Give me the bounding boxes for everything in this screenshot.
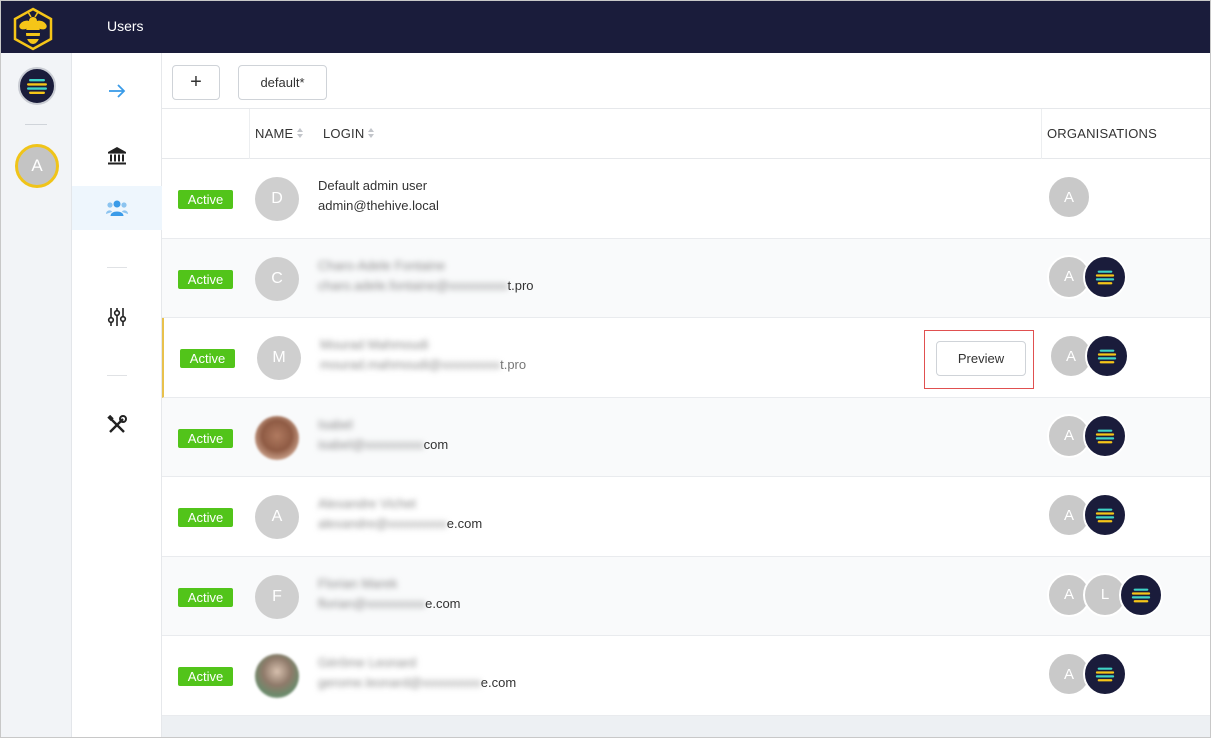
users-toolbar: + default*: [162, 53, 1210, 109]
login-redacted: gerome.leonard@xxxxxxxxx: [318, 675, 481, 690]
users-icon: [106, 200, 128, 216]
collapse-menu-button[interactable]: [72, 69, 162, 113]
table-row[interactable]: Active F Florian Marek florian@xxxxxxxxx…: [162, 556, 1210, 636]
user-login: mourad.mahmoudi@xxxxxxxxxt.pro: [320, 357, 526, 372]
avatar: [255, 415, 299, 460]
login-redacted: alexandre@xxxxxxxxx: [318, 516, 447, 531]
table-row[interactable]: Active A Alexandre Vichet alexandre@xxxx…: [162, 477, 1210, 557]
login-suffix: t.pro: [500, 357, 527, 372]
bank-icon: [108, 147, 126, 165]
column-header-login[interactable]: LOGIN: [323, 126, 375, 141]
org-switcher-avatar[interactable]: [18, 67, 56, 105]
login-suffix: e.com: [480, 675, 517, 690]
login-redacted: mourad.mahmoudi@xxxxxxxxx: [320, 357, 501, 372]
top-bar: Users: [1, 1, 1210, 53]
column-header-name[interactable]: NAME: [255, 126, 304, 141]
login-redacted: charo.adele.fontaine@xxxxxxxxx: [318, 277, 508, 293]
hive-org-icon: [1083, 254, 1127, 299]
add-user-button[interactable]: +: [172, 65, 220, 100]
menu-item-maintenance[interactable]: [72, 403, 162, 447]
column-divider: [249, 109, 250, 159]
admin-menu: [72, 53, 162, 737]
column-name-label: NAME: [255, 126, 294, 141]
menu-item-platform-settings[interactable]: [72, 295, 162, 339]
hive-org-icon: [1083, 652, 1127, 696]
status-badge: Active: [178, 190, 233, 209]
hive-org-icon: [27, 79, 47, 94]
avatar: A: [255, 495, 299, 539]
user-login: alexandre@xxxxxxxxxe.com: [318, 516, 482, 531]
user-login: admin@thehive.local: [318, 198, 439, 213]
hive-org-icon: [1119, 572, 1163, 617]
column-header-organisations: ORGANISATIONS: [1047, 126, 1157, 141]
avatar: C: [255, 256, 299, 301]
table-row[interactable]: Active C Charo-Adele Fontaine charo.adel…: [162, 238, 1210, 318]
user-name: Alexandre Vichet: [318, 496, 417, 511]
org-rail: A: [1, 53, 72, 737]
sort-icon[interactable]: [297, 127, 304, 138]
table-row[interactable]: Active M Mourad Mahmoudi mourad.mahmoudi…: [162, 318, 1210, 398]
user-login: gerome.leonard@xxxxxxxxxe.com: [318, 675, 516, 690]
hive-org-icon: [1083, 493, 1127, 537]
table-row[interactable]: Active Isabel isabel@xxxxxxxxxcom A: [162, 397, 1210, 477]
menu-divider: [107, 375, 127, 376]
avatar: F: [255, 574, 299, 619]
hive-org-icon: [1083, 413, 1127, 458]
login-suffix: t.pro: [507, 277, 534, 293]
avatar: D: [255, 177, 299, 221]
filter-preset-button[interactable]: default*: [238, 65, 327, 100]
login-redacted: isabel@xxxxxxxxx: [318, 436, 424, 452]
status-badge: Active: [178, 587, 233, 607]
users-table-body: Active D Default admin user admin@thehiv…: [162, 159, 1210, 716]
user-name: Charo-Adele Fontaine: [318, 257, 446, 273]
avatar: M: [257, 336, 301, 380]
sliders-icon: [107, 308, 127, 326]
status-badge: Active: [178, 269, 233, 289]
org-avatar: A: [1047, 175, 1091, 219]
column-divider: [1041, 109, 1042, 159]
table-header: NAME LOGIN ORGANISATIONS: [162, 109, 1210, 159]
column-login-label: LOGIN: [323, 126, 365, 141]
status-badge: Active: [178, 508, 233, 527]
login-suffix: e.com: [425, 595, 461, 611]
menu-divider: [107, 267, 127, 268]
page-title: Users: [107, 18, 144, 34]
hive-org-icon: [1085, 334, 1129, 378]
user-name: Gérôme Leonard: [318, 655, 417, 670]
user-login: florian@xxxxxxxxxe.com: [318, 596, 461, 611]
login-suffix: com: [423, 436, 449, 452]
table-footer: [162, 716, 1210, 737]
app-window: Users A + default* NAME LOGIN ORGANISATI…: [0, 0, 1211, 738]
rail-divider: [25, 124, 47, 125]
table-row[interactable]: Active D Default admin user admin@thehiv…: [162, 159, 1210, 239]
user-name: Default admin user: [318, 178, 428, 193]
user-name: Isabel: [318, 416, 353, 432]
user-name: Florian Marek: [318, 575, 398, 591]
tools-icon: [107, 415, 127, 433]
login-redacted: florian@xxxxxxxxx: [318, 595, 426, 611]
preview-highlight: Preview: [924, 330, 1034, 389]
current-user-avatar[interactable]: A: [15, 144, 59, 188]
arrow-right-icon: [109, 84, 126, 98]
table-row[interactable]: Active Gérôme Leonard gerome.leonard@xxx…: [162, 636, 1210, 716]
status-badge: Active: [180, 349, 235, 368]
status-badge: Active: [178, 667, 233, 686]
login-suffix: e.com: [446, 516, 483, 531]
user-login: charo.adele.fontaine@xxxxxxxxxt.pro: [318, 278, 534, 293]
user-login: isabel@xxxxxxxxxcom: [318, 437, 448, 452]
menu-item-users[interactable]: [72, 186, 162, 230]
avatar: [255, 654, 299, 698]
preview-button[interactable]: Preview: [936, 341, 1026, 376]
sort-icon[interactable]: [368, 127, 375, 138]
menu-item-organisations[interactable]: [72, 134, 162, 178]
user-name: Mourad Mahmoudi: [320, 337, 429, 352]
bee-logo-icon[interactable]: [11, 7, 55, 51]
status-badge: Active: [178, 428, 233, 448]
